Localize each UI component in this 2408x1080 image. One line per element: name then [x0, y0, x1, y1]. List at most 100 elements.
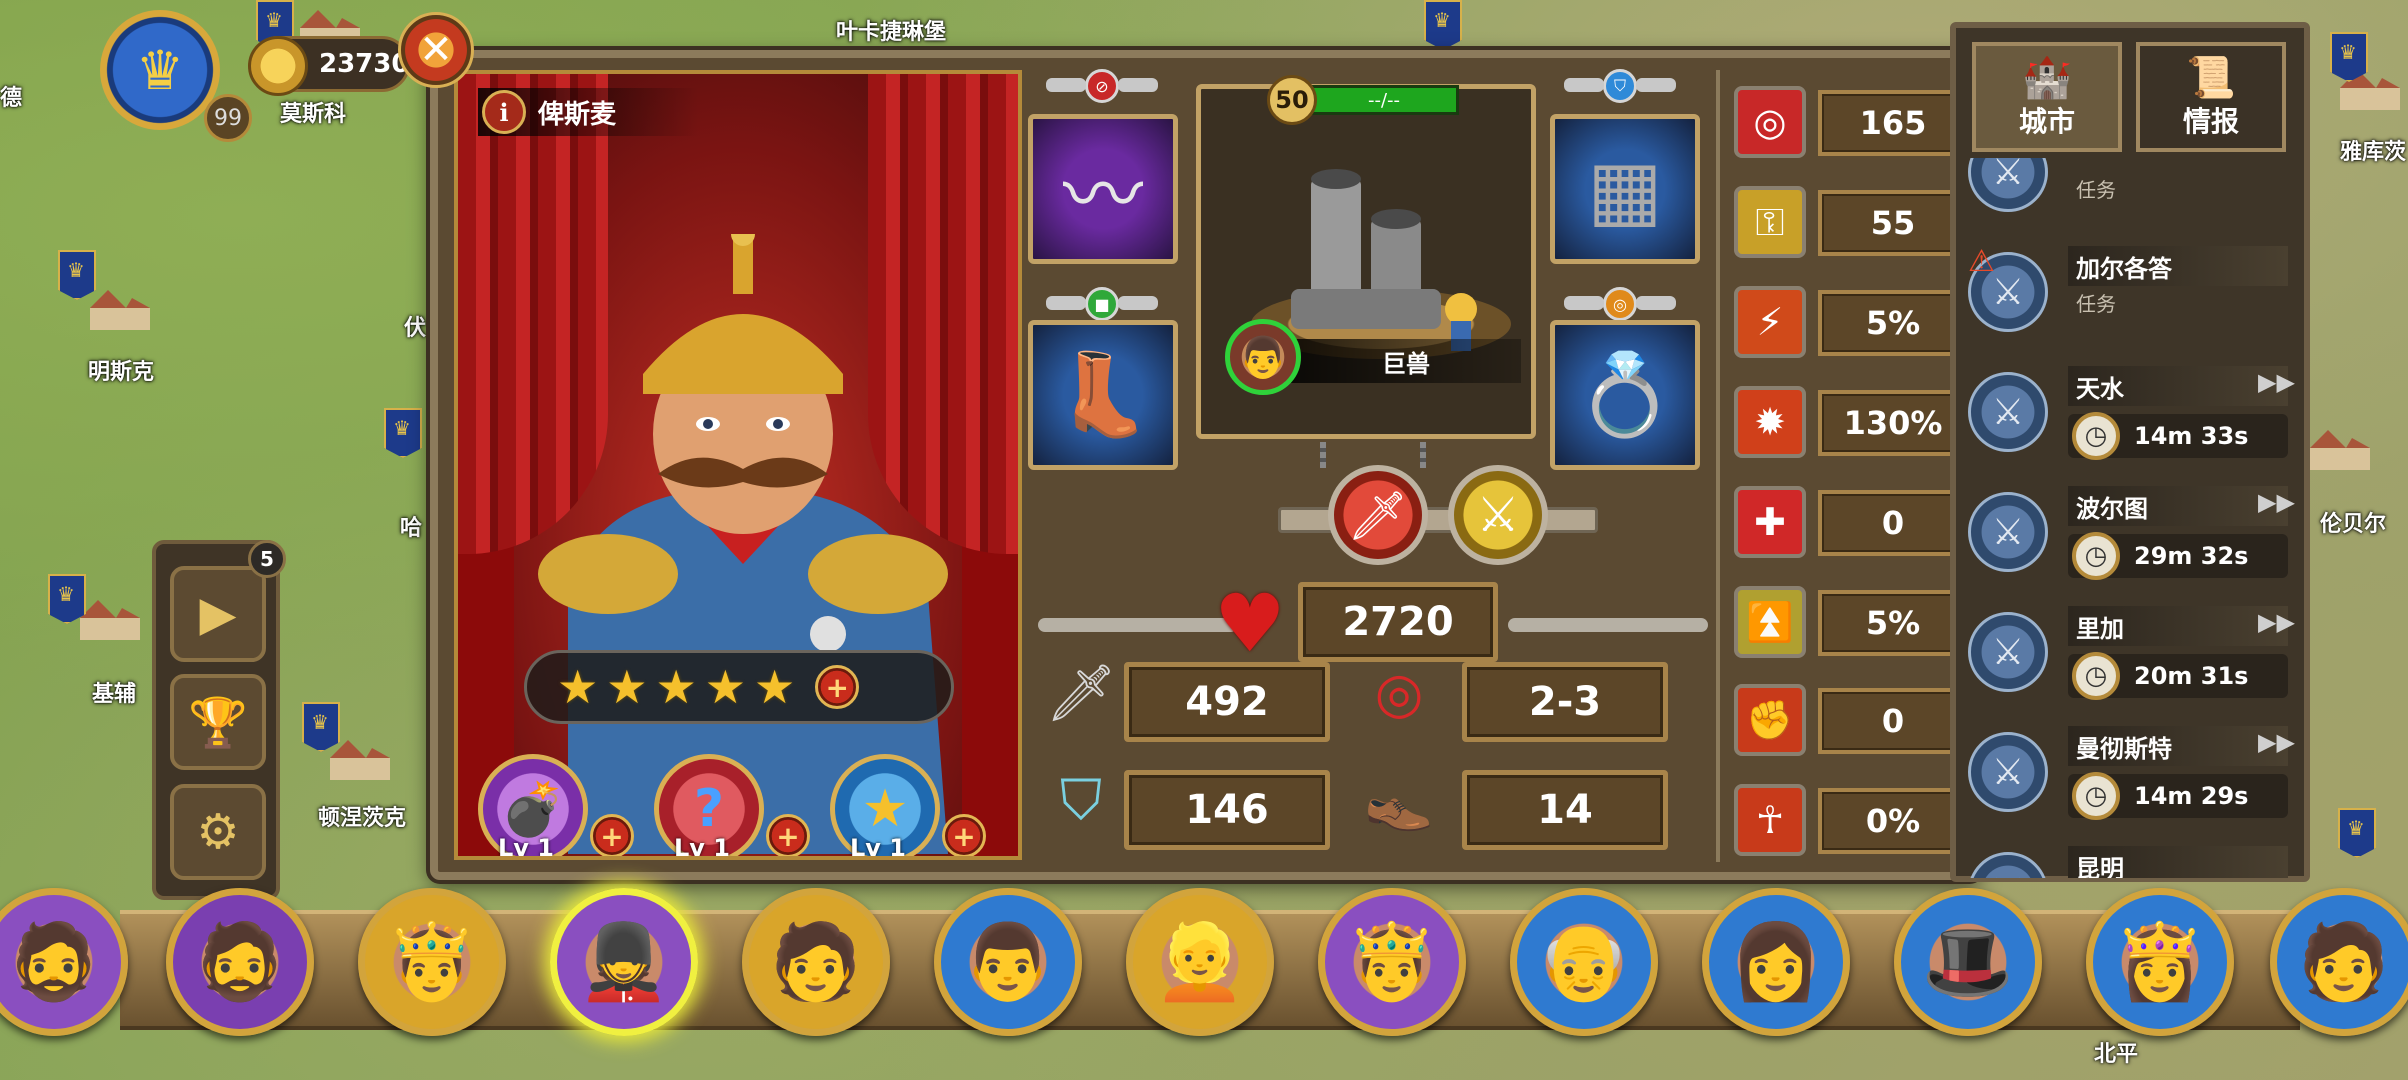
- attack-value: 492: [1124, 662, 1330, 742]
- map-label[interactable]: 北平: [2094, 1036, 2138, 1068]
- ring-slot[interactable]: 💍: [1550, 320, 1700, 470]
- roster-hero-11[interactable]: 🎩: [1894, 888, 2042, 1036]
- map-label[interactable]: 伏: [404, 310, 426, 342]
- attribute-row: ✹ 130%: [1734, 384, 1968, 462]
- quest-item[interactable]: ⚔ 昆明: [1968, 838, 2298, 878]
- quest-item[interactable]: ⚔ 任务: [1968, 158, 2298, 228]
- key-icon[interactable]: ⚿: [1734, 186, 1806, 258]
- fist-icon[interactable]: ✊: [1734, 684, 1806, 756]
- attribute-row: ✊ 0: [1734, 682, 1968, 760]
- quest-item[interactable]: ⚔ 里加 ▶▶ 20m 31s ◷: [1968, 598, 2298, 708]
- armor-slot[interactable]: ▦: [1550, 114, 1700, 264]
- tab-intel[interactable]: 📜 情报: [2136, 42, 2286, 152]
- roster-hero-2[interactable]: 🧔: [166, 888, 314, 1036]
- attribute-value: 0: [1818, 490, 1968, 556]
- roster-hero-8[interactable]: 🤴: [1318, 888, 1466, 1036]
- attack-mode-toggle: 🗡 ⚔: [1278, 465, 1598, 575]
- fast-forward-icon[interactable]: ▶▶: [2258, 368, 2295, 396]
- crown-banner-icon[interactable]: [384, 408, 422, 458]
- roster-hero-5[interactable]: 🧑: [742, 888, 890, 1036]
- crown-banner-icon[interactable]: [58, 250, 96, 300]
- upgrade-stars-button[interactable]: +: [815, 665, 860, 709]
- ring-icon: 💍: [1575, 348, 1675, 441]
- quest-item[interactable]: ⚔ 天水 ▶▶ 14m 33s ◷: [1968, 358, 2298, 468]
- coin-icon: [248, 36, 308, 96]
- video-icon: ▶: [199, 586, 237, 642]
- crown-banner-icon[interactable]: [1424, 0, 1462, 50]
- map-label[interactable]: 基辅: [92, 676, 136, 708]
- village-icon: [80, 600, 140, 640]
- general-icon: 👨: [961, 918, 1055, 1005]
- crown-banner-icon[interactable]: [48, 574, 86, 624]
- fast-forward-icon[interactable]: ▶▶: [2258, 728, 2295, 756]
- village-icon: [2310, 430, 2370, 470]
- sword-burst-icon[interactable]: ✹: [1734, 386, 1806, 458]
- boots-slot[interactable]: 👢: [1028, 320, 1178, 470]
- video-button[interactable]: ▶: [170, 566, 266, 662]
- gear-bar: [1278, 507, 1598, 533]
- roster-hero-6[interactable]: 👨: [934, 888, 1082, 1036]
- quest-item[interactable]: ⚔ 曼彻斯特 ▶▶ 14m 29s ◷: [1968, 718, 2298, 828]
- commander-avatar[interactable]: 👨: [1225, 319, 1301, 395]
- quest-list[interactable]: ⚔ 任务 ⚔ ⚠ 加尔各答 任务 ⚔ 天水 ▶▶ 14m 33s ◷ ⚔ 波尔图…: [1968, 158, 2298, 878]
- quest-name: 天水: [2068, 366, 2288, 406]
- defense-mode-button[interactable]: ⚔: [1448, 465, 1548, 565]
- lightning-icon[interactable]: ⚡: [1734, 286, 1806, 358]
- weapon-slot[interactable]: 〰: [1028, 114, 1178, 264]
- map-label[interactable]: 叶卡捷琳堡: [836, 14, 946, 46]
- skill-upgrade-button[interactable]: +: [766, 814, 810, 856]
- quest-name: 昆明: [2068, 846, 2288, 878]
- player-crown-badge[interactable]: ♛: [100, 10, 220, 130]
- crown-banner-icon[interactable]: [2338, 808, 2376, 858]
- star-icon: ★: [655, 660, 697, 714]
- boots-icon: 👢: [1053, 348, 1153, 441]
- melee-mode-button[interactable]: 🗡: [1328, 465, 1428, 565]
- map-label[interactable]: 明斯克: [88, 354, 154, 386]
- roster-hero-9[interactable]: 👴: [1510, 888, 1658, 1036]
- attribute-row: ⏫ 5%: [1734, 584, 1968, 662]
- sword-icon: 🗡: [1347, 487, 1409, 544]
- target-icon[interactable]: ◎: [1734, 86, 1806, 158]
- map-label[interactable]: 哈: [400, 510, 422, 542]
- info-icon[interactable]: i: [482, 90, 526, 134]
- roster-hero-7[interactable]: 👱: [1126, 888, 1274, 1036]
- quest-item[interactable]: ⚔ 波尔图 ▶▶ 29m 32s ◷: [1968, 478, 2298, 588]
- skill-upgrade-button[interactable]: +: [590, 814, 634, 856]
- quest-name: 加尔各答: [2068, 246, 2288, 286]
- trophy-button[interactable]: 🏆: [170, 674, 266, 770]
- map-label[interactable]: 莫斯科: [280, 96, 346, 128]
- roster-hero-12[interactable]: 👸: [2086, 888, 2234, 1036]
- roster-hero-3[interactable]: 🤴: [358, 888, 506, 1036]
- map-label[interactable]: 雅库茨: [2340, 134, 2406, 166]
- figure-icon[interactable]: ☥: [1734, 784, 1806, 856]
- notification-count-badge: 5: [248, 540, 286, 578]
- tab-city[interactable]: 🏰 城市: [1972, 42, 2122, 152]
- tab-label: 城市: [2018, 105, 2075, 138]
- scroll-icon: 📜: [2186, 55, 2236, 101]
- right-panel: 🏰 城市 📜 情报 ⚔ 任务 ⚔ ⚠ 加尔各答 任务 ⚔ 天水 ▶▶ 14m 3…: [1950, 22, 2310, 882]
- hp-value: 2720: [1298, 582, 1498, 662]
- map-label[interactable]: 德: [0, 80, 22, 112]
- clock-icon: ◷: [2072, 532, 2120, 580]
- quest-subtitle: 任务: [2076, 178, 2116, 202]
- map-label[interactable]: 伦贝尔: [2320, 506, 2386, 538]
- target-icon: ◎: [1374, 660, 1424, 726]
- roster-hero-13[interactable]: 🧑: [2270, 888, 2408, 1036]
- close-button[interactable]: ✕: [398, 12, 474, 88]
- skill-upgrade-button[interactable]: +: [942, 814, 986, 856]
- fast-forward-icon[interactable]: ▶▶: [2258, 488, 2295, 516]
- general-icon: 👨: [1238, 334, 1288, 381]
- crown-banner-icon[interactable]: [302, 702, 340, 752]
- map-label[interactable]: 顿涅茨克: [318, 800, 406, 832]
- fast-forward-icon[interactable]: ▶▶: [2258, 608, 2295, 636]
- quest-item[interactable]: ⚔ ⚠ 加尔各答 任务: [1968, 238, 2298, 348]
- settings-button[interactable]: ⚙: [170, 784, 266, 880]
- attribute-value: 5%: [1818, 590, 1968, 656]
- medical-cross-icon[interactable]: ✚: [1734, 486, 1806, 558]
- roster-hero-4-selected[interactable]: 💂: [550, 888, 698, 1036]
- crown-banner-icon[interactable]: [2330, 32, 2368, 82]
- roster-hero-10[interactable]: 👩: [1702, 888, 1850, 1036]
- general-icon: 🧑: [2297, 918, 2391, 1005]
- unit-box[interactable]: 50 --/-- 👨 巨兽: [1196, 75, 1536, 439]
- rank-up-icon[interactable]: ⏫: [1734, 586, 1806, 658]
